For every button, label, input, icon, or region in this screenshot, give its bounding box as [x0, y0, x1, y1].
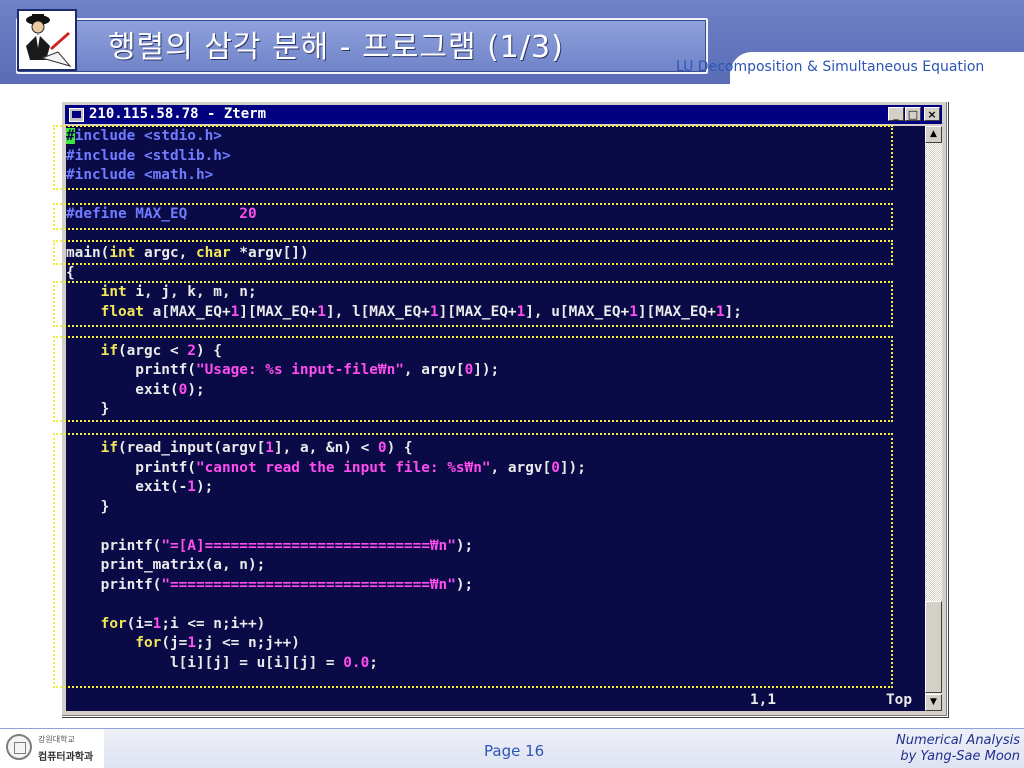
code-token: {: [66, 264, 75, 281]
footer-band: [104, 729, 1024, 768]
highlight-argc-check: [53, 336, 893, 422]
author-name: by Yang-Sae Moon: [900, 749, 1020, 764]
highlight-declarations: [53, 281, 893, 327]
course-name: Numerical Analysis: [895, 733, 1020, 748]
university-name: 강원대학교: [38, 735, 75, 744]
terminal-app-icon[interactable]: [69, 108, 84, 122]
writer-clipart-icon: [16, 8, 78, 72]
highlight-define: [53, 203, 893, 230]
close-button[interactable]: ×: [924, 107, 940, 121]
highlight-includes: [53, 125, 893, 190]
cursor-position: 1,1: [750, 692, 776, 708]
scroll-down-button[interactable]: ▼: [925, 694, 942, 711]
status-line: 1,1 Top: [66, 691, 925, 711]
university-seal-icon: [6, 734, 32, 760]
maximize-button[interactable]: □: [905, 107, 921, 121]
slide-title: 행렬의 삼각 분해 - 프로그램 (1/3): [108, 30, 564, 65]
slide-subtitle: LU Decomposition & Simultaneous Equation: [676, 59, 985, 75]
window-title: 210.115.58.78 - Zterm: [89, 106, 267, 122]
vertical-scrollbar[interactable]: ▲ ▼: [925, 126, 942, 711]
scroll-indicator: Top: [886, 692, 912, 708]
page-number: Page 16: [484, 742, 545, 760]
minimize-button[interactable]: _: [888, 107, 904, 121]
scroll-up-button[interactable]: ▲: [925, 126, 942, 143]
highlight-read-and-init: [53, 433, 893, 688]
window-titlebar[interactable]: 210.115.58.78 - Zterm _ □ ×: [65, 105, 942, 124]
scrollbar-thumb[interactable]: [925, 601, 942, 693]
department-name: 컴퓨터과학과: [38, 752, 94, 763]
highlight-main-signature: [53, 240, 893, 265]
